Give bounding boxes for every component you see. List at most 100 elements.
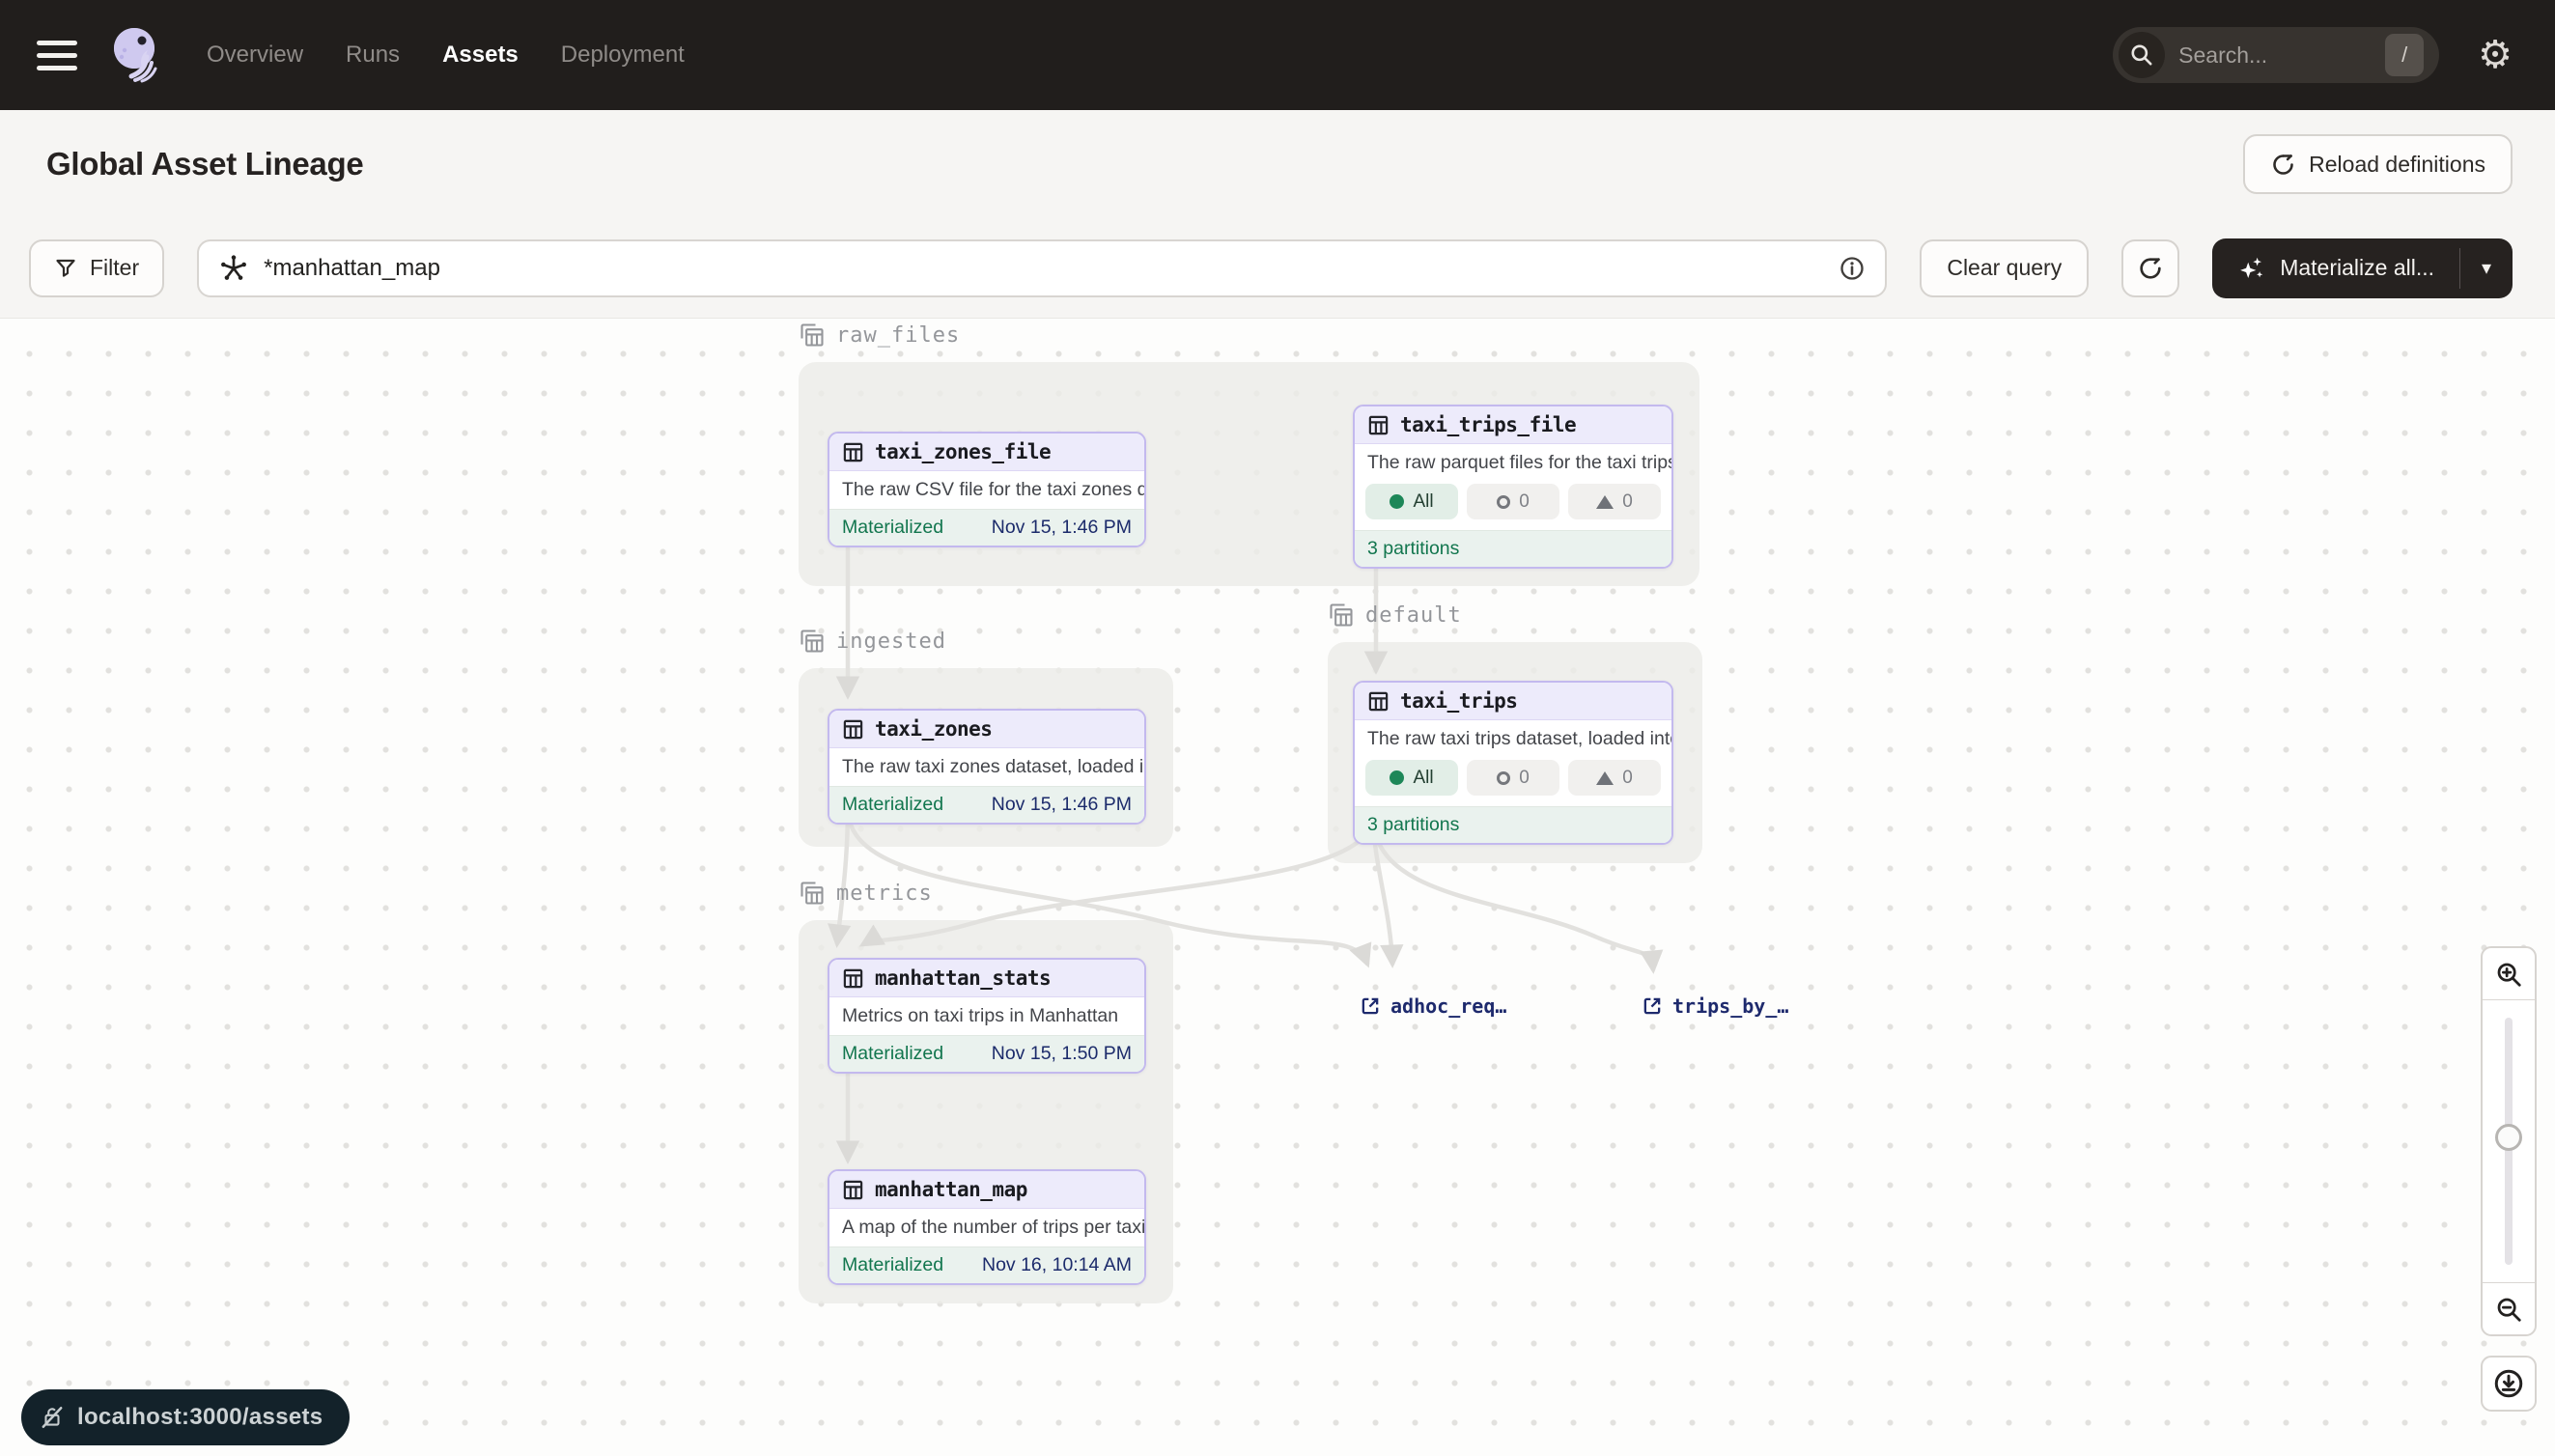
asset-description: Metrics on taxi trips in Manhattan — [829, 997, 1144, 1035]
menu-icon[interactable] — [37, 41, 77, 70]
recenter-view-button[interactable] — [2481, 1356, 2537, 1412]
group-table-icon — [799, 322, 826, 349]
green-dot-icon — [1390, 770, 1404, 785]
zoom-slider[interactable] — [2483, 1000, 2535, 1282]
asset-description: The raw parquet files for the taxi trips… — [1355, 444, 1671, 482]
status-badge: Materialized — [842, 1254, 943, 1276]
asset-description: The raw CSV file for the taxi zones dat.… — [829, 471, 1144, 509]
clear-query-label: Clear query — [1947, 255, 2062, 281]
asset-node-taxi-zones[interactable]: taxi_zones The raw taxi zones dataset, l… — [828, 709, 1146, 825]
group-label-raw-files: raw_files — [799, 322, 960, 349]
partitions-failed-badge[interactable]: 0 — [1568, 484, 1661, 519]
asset-description: The raw taxi trips dataset, loaded into … — [1355, 720, 1671, 758]
group-label-ingested: ingested — [799, 628, 946, 655]
funnel-icon — [54, 257, 77, 280]
group-label-default: default — [1328, 602, 1462, 629]
lineage-canvas[interactable]: raw_files ingested default metrics taxi_… — [0, 319, 2555, 1456]
external-link-icon — [1642, 995, 1663, 1017]
clear-query-button[interactable]: Clear query — [1920, 239, 2089, 297]
table-icon — [842, 967, 864, 990]
materialization-timestamp: Nov 15, 1:50 PM — [992, 1043, 1132, 1065]
external-asset-link-adhoc-request[interactable]: adhoc_req… — [1360, 994, 1506, 1018]
triangle-icon — [1596, 771, 1614, 785]
filter-button[interactable]: Filter — [29, 239, 164, 297]
external-link-icon — [1360, 995, 1381, 1017]
top-nav: Overview Runs Assets Deployment Search..… — [0, 0, 2555, 110]
page-header: Global Asset Lineage Reload definitions — [0, 110, 2555, 218]
status-badge: Materialized — [842, 794, 943, 816]
table-icon — [842, 718, 864, 741]
recenter-icon — [2492, 1367, 2525, 1400]
zoom-out-icon — [2494, 1295, 2523, 1324]
asset-graph-icon — [218, 253, 249, 284]
search-icon — [2119, 32, 2165, 78]
url-text: localhost:3000/assets — [77, 1404, 323, 1431]
zoom-slider-thumb[interactable] — [2495, 1124, 2522, 1151]
status-badge: Materialized — [842, 517, 943, 539]
asset-node-taxi-trips-file[interactable]: taxi_trips_file The raw parquet files fo… — [1353, 405, 1673, 569]
partitions-count: 3 partitions — [1367, 814, 1459, 836]
zoom-in-button[interactable] — [2483, 948, 2535, 1000]
ring-icon — [1497, 771, 1510, 785]
partition-health-badges: All 0 0 — [1355, 758, 1671, 806]
asset-node-manhattan-stats[interactable]: manhattan_stats Metrics on taxi trips in… — [828, 958, 1146, 1074]
materialize-all-label: Materialize all... — [2280, 255, 2434, 281]
search-input[interactable]: Search... / — [2113, 27, 2439, 83]
table-icon — [842, 1179, 864, 1201]
zoom-in-icon — [2494, 960, 2523, 989]
nav-link-deployment[interactable]: Deployment — [561, 42, 685, 69]
partitions-count: 3 partitions — [1367, 538, 1459, 560]
materialize-all-button[interactable]: Materialize all... ▾ — [2212, 238, 2513, 298]
external-asset-link-trips-by[interactable]: trips_by_… — [1642, 994, 1788, 1018]
ring-icon — [1497, 495, 1510, 509]
triangle-icon — [1596, 495, 1614, 509]
lineage-toolbar: Filter *manhattan_map Clear query — [0, 218, 2555, 319]
zoom-controls — [2481, 946, 2537, 1336]
reload-definitions-label: Reload definitions — [2309, 152, 2485, 178]
filter-label: Filter — [90, 255, 139, 281]
asset-selection-input[interactable]: *manhattan_map — [197, 239, 1887, 297]
partitions-all-badge[interactable]: All — [1365, 484, 1458, 519]
nav-link-overview[interactable]: Overview — [207, 42, 303, 69]
materialization-timestamp: Nov 15, 1:46 PM — [992, 794, 1132, 816]
info-icon[interactable] — [1839, 255, 1866, 282]
lock-slash-icon — [40, 1405, 65, 1430]
materialization-timestamp: Nov 15, 1:46 PM — [992, 517, 1132, 539]
reload-definitions-button[interactable]: Reload definitions — [2243, 134, 2513, 194]
nav-link-runs[interactable]: Runs — [346, 42, 400, 69]
table-icon — [842, 441, 864, 463]
search-shortcut-badge: / — [2385, 34, 2424, 76]
asset-node-manhattan-map[interactable]: manhattan_map A map of the number of tri… — [828, 1169, 1146, 1285]
search-placeholder: Search... — [2178, 42, 2267, 69]
partitions-missing-badge[interactable]: 0 — [1467, 760, 1559, 796]
asset-selection-value: *manhattan_map — [264, 255, 440, 282]
materialization-timestamp: Nov 16, 10:14 AM — [982, 1254, 1132, 1276]
gear-icon[interactable]: ⚙ — [2478, 36, 2513, 74]
asset-description: The raw taxi zones dataset, loaded int..… — [829, 748, 1144, 786]
table-icon — [1367, 414, 1390, 436]
partitions-missing-badge[interactable]: 0 — [1467, 484, 1559, 519]
page-title: Global Asset Lineage — [46, 146, 363, 182]
asset-node-taxi-trips[interactable]: taxi_trips The raw taxi trips dataset, l… — [1353, 681, 1673, 845]
asset-node-taxi-zones-file[interactable]: taxi_zones_file The raw CSV file for the… — [828, 432, 1146, 547]
zoom-out-button[interactable] — [2483, 1282, 2535, 1334]
group-label-metrics: metrics — [799, 880, 933, 907]
group-table-icon — [1328, 602, 1355, 629]
green-dot-icon — [1390, 494, 1404, 509]
group-table-icon — [799, 628, 826, 655]
dagster-logo-icon[interactable] — [108, 24, 164, 86]
nav-link-assets[interactable]: Assets — [442, 42, 519, 69]
partitions-failed-badge[interactable]: 0 — [1568, 760, 1661, 796]
browser-url-overlay: localhost:3000/assets — [21, 1389, 350, 1445]
sparkle-icon — [2237, 254, 2266, 283]
materialize-dropdown-caret[interactable]: ▾ — [2460, 238, 2513, 298]
status-badge: Materialized — [842, 1043, 943, 1065]
asset-description: A map of the number of trips per taxi z.… — [829, 1209, 1144, 1246]
refresh-graph-button[interactable] — [2121, 239, 2179, 297]
partitions-all-badge[interactable]: All — [1365, 760, 1458, 796]
group-table-icon — [799, 880, 826, 907]
partition-health-badges: All 0 0 — [1355, 482, 1671, 530]
table-icon — [1367, 690, 1390, 713]
refresh-icon — [2270, 152, 2296, 178]
refresh-icon — [2137, 255, 2164, 282]
